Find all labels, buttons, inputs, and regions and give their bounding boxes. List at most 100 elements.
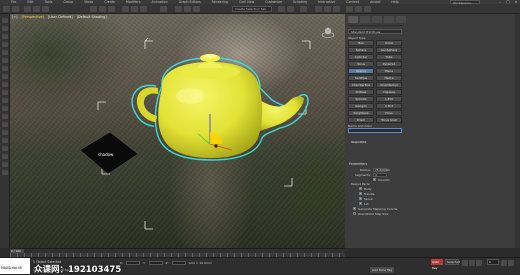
angle-snap-icon[interactable] (184, 6, 191, 12)
rendered-frame-window-icon[interactable] (355, 6, 362, 12)
curve-editor-icon[interactable] (315, 6, 322, 12)
percent-snap-icon[interactable] (193, 6, 200, 12)
primitive-button-cone[interactable]: Cone (376, 40, 402, 46)
helpers-icon[interactable] (2, 114, 8, 119)
display-all-icon[interactable] (2, 34, 8, 39)
primitive-button-oiltank[interactable]: OilTank (348, 89, 374, 95)
y-coord-field[interactable] (148, 261, 163, 265)
hierarchy-icon[interactable] (2, 42, 8, 47)
primitive-button-gengon[interactable]: Gengon (348, 103, 374, 109)
z-coord-field[interactable] (171, 261, 186, 265)
previous-frame-icon[interactable] (469, 260, 475, 266)
link-icon[interactable] (24, 6, 31, 12)
segments-spinner[interactable]: 4 (373, 172, 387, 177)
primitive-button-c-ext[interactable]: C-Ext (376, 103, 402, 109)
display-tab-icon[interactable] (396, 16, 406, 23)
layer-explorer-icon[interactable] (300, 6, 307, 12)
current-frame-field[interactable]: 0 (487, 259, 499, 265)
viewport-menu-plus[interactable]: [+] (12, 15, 18, 19)
material-editor-icon[interactable] (333, 6, 340, 12)
hide-icon[interactable] (2, 58, 8, 63)
render-setup-icon[interactable] (346, 6, 353, 12)
category-dropdown[interactable]: Standard Primitives (348, 29, 402, 34)
primitive-button-ringwave[interactable]: RingWave (348, 110, 374, 116)
play-icon[interactable] (476, 260, 482, 266)
primitive-button-prism[interactable]: Prism (348, 117, 374, 123)
add-time-tag-button[interactable]: Add Time Tag (370, 267, 395, 273)
primitive-button-plane[interactable]: Plane (376, 68, 402, 74)
create-tab-icon[interactable] (348, 16, 358, 23)
render-icon[interactable] (364, 6, 371, 12)
primitive-button-torus-knot[interactable]: Torus Knot (376, 117, 402, 123)
viewport-point-of-view[interactable]: [Perspective] (22, 15, 44, 19)
schematic-view-icon[interactable] (324, 6, 331, 12)
modify-tab-icon[interactable] (360, 16, 370, 23)
generate-mapping-checkbox[interactable]: Generate Mapping Coords. (349, 206, 403, 211)
primitive-button-teapot[interactable]: Teapot (348, 68, 374, 74)
align-icon[interactable] (287, 6, 294, 12)
select-object-icon[interactable] (90, 6, 97, 12)
viewport-lighting[interactable]: [User Defined] (48, 15, 73, 19)
auto-key-button[interactable]: Auto Key (431, 259, 443, 270)
next-frame-icon[interactable] (501, 260, 507, 266)
filter-icon[interactable] (2, 74, 8, 79)
unlink-icon[interactable] (33, 6, 40, 12)
particle-icon[interactable] (2, 162, 8, 167)
select-by-name-icon[interactable] (99, 6, 106, 12)
layer-icon[interactable] (2, 66, 8, 71)
primitive-button-torus[interactable]: Torus (348, 61, 374, 67)
primitive-button-cylinder[interactable]: Cylinder (348, 54, 374, 60)
geometry-icon[interactable] (2, 130, 8, 135)
snap-icon[interactable] (175, 6, 182, 12)
primitive-button-hedra[interactable]: Hedra (376, 75, 402, 81)
rotate-icon[interactable] (131, 6, 138, 12)
object-name-field[interactable]: Teapot001 (348, 128, 402, 144)
bind-space-warp-icon[interactable] (42, 6, 49, 12)
pivot-icon[interactable] (160, 6, 167, 12)
lights-icon[interactable] (2, 98, 8, 103)
sort-icon[interactable] (2, 90, 8, 95)
primitive-button-chamferbox[interactable]: ChamferBox (348, 82, 374, 88)
undo-icon[interactable] (3, 6, 10, 12)
primitive-button-spindle[interactable]: Spindle (348, 96, 374, 102)
redo-icon[interactable] (12, 6, 19, 12)
maxscript-listener[interactable]: MAXScript Mi (0, 258, 30, 274)
hierarchy-tab-icon[interactable] (372, 16, 382, 23)
bones-icon[interactable] (2, 154, 8, 159)
perspective-viewport[interactable]: [+] [Perspective] [User Defined] [Defaul… (10, 14, 345, 248)
motion-tab-icon[interactable] (384, 16, 394, 23)
primitive-button-chamfercyl[interactable]: ChamferCyl (376, 82, 402, 88)
primitive-button-sphere[interactable]: Sphere (348, 47, 374, 53)
viewport-shading[interactable]: [Default Shading] (77, 15, 107, 19)
selection-set-dropdown[interactable]: Create Selection Set (232, 6, 272, 12)
primitive-button-hose[interactable]: Hose (376, 110, 402, 116)
primitive-button-tube[interactable]: Tube (376, 54, 402, 60)
viewcube-icon[interactable] (321, 26, 335, 40)
set-key-filter-dropdown[interactable]: Selected (445, 259, 460, 265)
display-none-icon[interactable] (2, 26, 8, 31)
real-world-map-checkbox[interactable]: Real-World Map Size (349, 211, 403, 216)
scale-icon[interactable] (140, 6, 147, 12)
groups-icon[interactable] (2, 138, 8, 143)
mirror-icon[interactable] (278, 6, 285, 12)
primitive-button-geosphere[interactable]: GeoSphere (376, 47, 402, 53)
scene-explorer-icon[interactable] (2, 18, 8, 23)
xrefs-icon[interactable] (2, 146, 8, 151)
x-coord-field[interactable] (126, 261, 141, 265)
freeze-icon[interactable] (2, 50, 8, 55)
primitive-button-box[interactable]: Box (348, 40, 374, 46)
go-to-start-icon[interactable] (462, 260, 468, 266)
primitive-button-capsule[interactable]: Capsule (376, 89, 402, 95)
cameras-icon[interactable] (2, 106, 8, 111)
radius-spinner[interactable]: 25.009mm (373, 167, 390, 172)
shapes-icon[interactable] (2, 122, 8, 127)
primitive-button-textplus[interactable]: TextPlus (348, 75, 374, 81)
spacewarps-icon[interactable] (2, 170, 8, 175)
primitive-button-pyramid[interactable]: Pyramid (376, 61, 402, 67)
command-panel-scrollbar[interactable] (515, 14, 520, 248)
move-icon[interactable] (122, 6, 129, 12)
go-to-end-icon[interactable] (508, 260, 514, 266)
find-icon[interactable] (2, 82, 8, 87)
selection-region-icon[interactable] (108, 6, 115, 12)
primitive-button-l-ext[interactable]: L-Ext (376, 96, 402, 102)
